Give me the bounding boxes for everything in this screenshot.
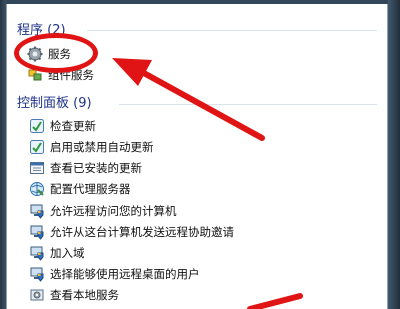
annotation-arrow-top [112,58,265,141]
annotation-arrows [112,58,303,309]
annotation-arrow-bottom [247,293,303,309]
